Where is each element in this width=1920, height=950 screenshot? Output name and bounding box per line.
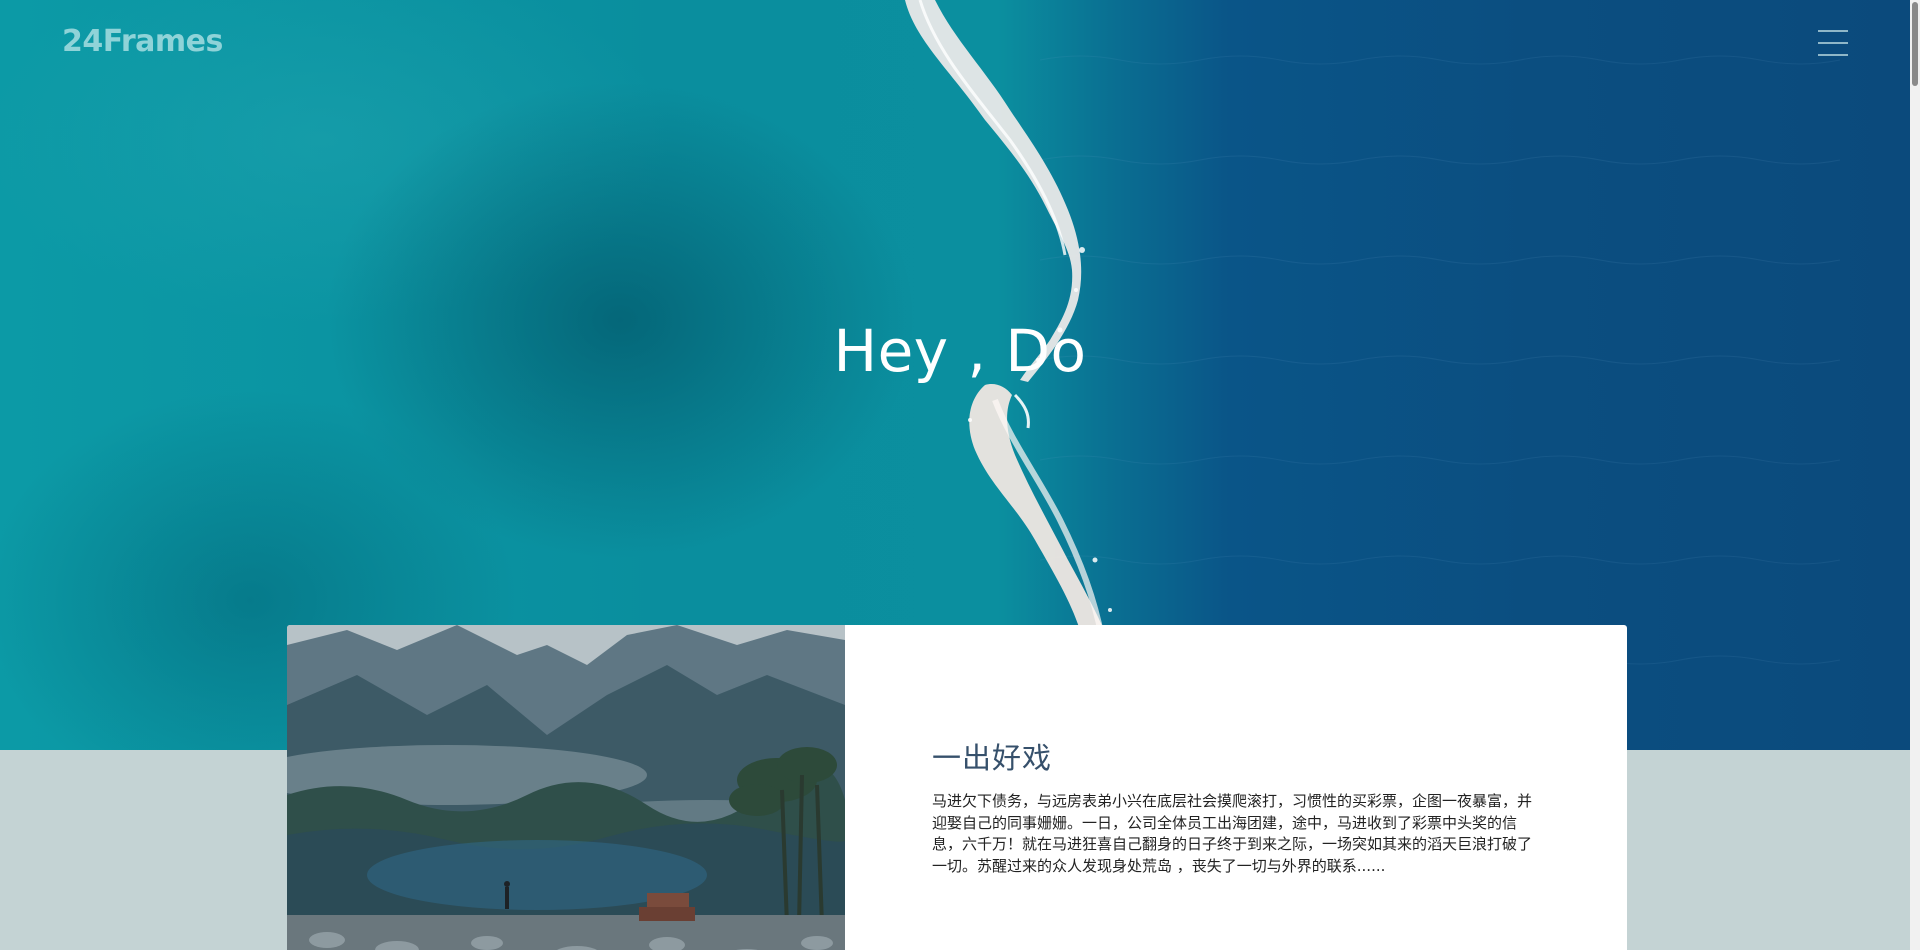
- movie-title[interactable]: 一出好戏: [932, 735, 1542, 777]
- movie-synopsis: 马进欠下债务，与远房表弟小兴在底层社会摸爬滚打，习惯性的买彩票，企图一夜暴富，并…: [932, 792, 1533, 875]
- mountain-landscape-image: [287, 625, 845, 950]
- movie-info: 一出好戏 马进欠下债务，与远房表弟小兴在底层社会摸爬滚打，习惯性的买彩票，企图一…: [932, 735, 1542, 877]
- menu-bar-top: [1818, 30, 1848, 32]
- hero-title: Hey , Do: [833, 316, 1087, 385]
- page: 24Frames Hey , Do 一出好戏 马进欠下债务，与远房表弟小兴在底层…: [0, 0, 1920, 950]
- menu-bar-middle: [1818, 42, 1848, 44]
- site-logo[interactable]: 24Frames: [62, 24, 223, 59]
- movie-poster-image: [287, 625, 845, 950]
- page-scrollbar[interactable]: [1910, 0, 1920, 950]
- menu-bar-bottom: [1818, 54, 1848, 56]
- featured-movie-card[interactable]: 一出好戏 马进欠下债务，与远房表弟小兴在底层社会摸爬滚打，习惯性的买彩票，企图一…: [287, 625, 1627, 950]
- scrollbar-thumb[interactable]: [1912, 2, 1918, 86]
- hamburger-menu-icon[interactable]: [1816, 28, 1850, 60]
